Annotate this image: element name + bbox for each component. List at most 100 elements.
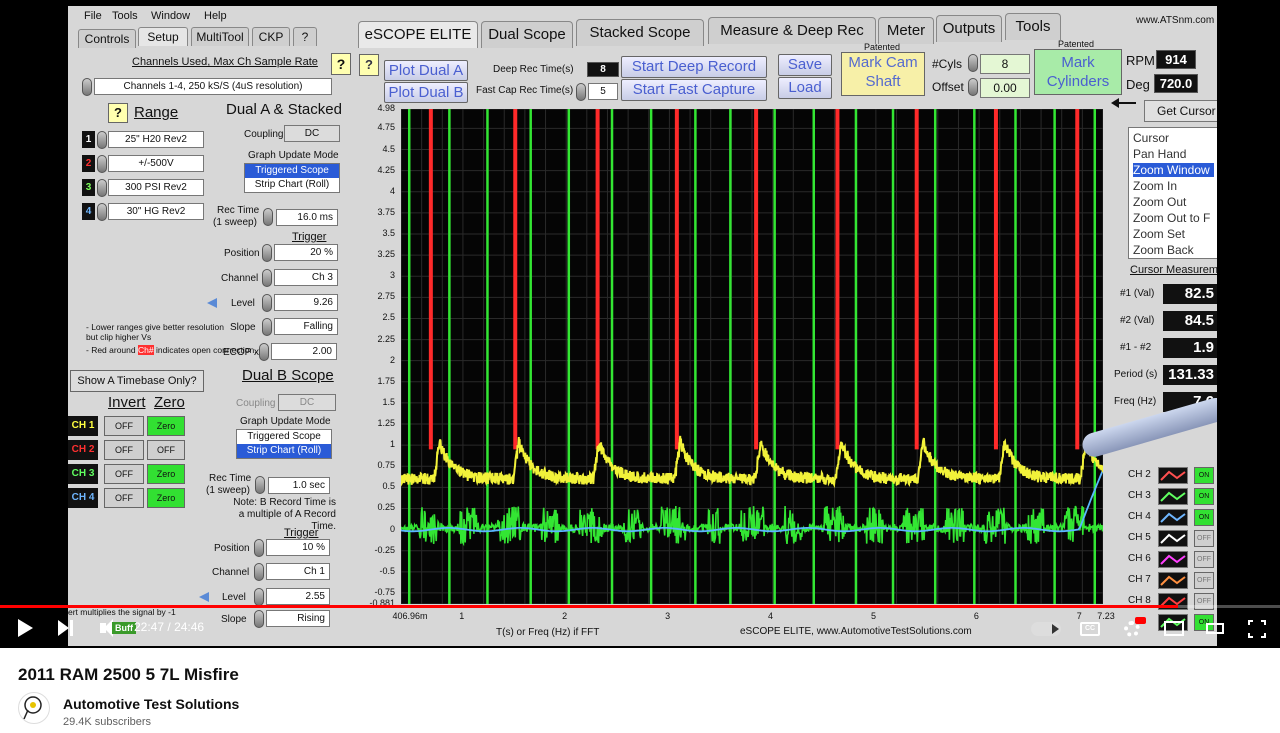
- zero-toggle[interactable]: Zero: [147, 488, 185, 508]
- dual-b-level-field[interactable]: 2.55: [266, 588, 330, 605]
- menu-tools[interactable]: Tools: [112, 10, 138, 22]
- theater-mode-icon[interactable]: [1206, 623, 1224, 634]
- range-field[interactable]: 30" HG Rev2: [108, 203, 204, 220]
- save-button[interactable]: Save: [778, 54, 832, 76]
- mark-cylinders-button[interactable]: Mark Cylinders: [1034, 49, 1122, 95]
- start-fast-capture-button[interactable]: Start Fast Capture: [621, 79, 767, 101]
- invert-toggle[interactable]: OFF: [104, 464, 144, 484]
- dual-a-ecop-spinner[interactable]: [259, 343, 269, 361]
- dual-a-mode-list[interactable]: Triggered Scope Strip Chart (Roll): [244, 163, 340, 193]
- invert-toggle[interactable]: OFF: [104, 488, 144, 508]
- range-field[interactable]: +/-500V: [108, 155, 204, 172]
- invert-toggle[interactable]: OFF: [104, 440, 144, 460]
- dual-b-coupling-field[interactable]: DC: [278, 394, 336, 411]
- channels-used-field[interactable]: Channels 1-4, 250 kS/S (4uS resolution): [94, 78, 332, 95]
- range-field[interactable]: 25" H20 Rev2: [108, 131, 204, 148]
- captions-icon[interactable]: CC: [1080, 622, 1100, 636]
- mark-cam-shaft-button[interactable]: Mark Cam Shaft: [841, 52, 925, 96]
- channel-avatar[interactable]: [18, 692, 50, 724]
- offset-spinner[interactable]: [968, 78, 978, 96]
- tool-item[interactable]: Zoom Out: [1133, 195, 1186, 209]
- right-channel-toggle[interactable]: OFF: [1194, 530, 1214, 547]
- show-timebase-button[interactable]: Show A Timebase Only?: [70, 370, 204, 392]
- tools-list[interactable]: Cursor Pan Hand Zoom Window Zoom In Zoom Out…: [1128, 127, 1217, 259]
- offset-field[interactable]: 0.00: [980, 78, 1030, 98]
- dual-b-rec-time-spinner[interactable]: [255, 476, 265, 494]
- tab-setup[interactable]: Setup: [138, 27, 188, 46]
- menu-help[interactable]: Help: [204, 10, 227, 22]
- dual-a-mode-selected[interactable]: Triggered Scope: [245, 164, 339, 178]
- right-channel-color-swatch[interactable]: [1158, 467, 1188, 484]
- tab-dual-scope[interactable]: Dual Scope: [481, 21, 573, 48]
- tab-stacked-scope[interactable]: Stacked Scope: [576, 19, 704, 46]
- load-button[interactable]: Load: [778, 77, 832, 99]
- range-help-button[interactable]: ?: [108, 103, 128, 123]
- dual-b-channel-field[interactable]: Ch 1: [266, 563, 330, 580]
- tool-item[interactable]: Zoom Out to F: [1133, 211, 1210, 225]
- dual-a-slope-field[interactable]: Falling: [274, 318, 338, 335]
- zero-toggle[interactable]: Zero: [147, 464, 185, 484]
- plot-dual-b-button[interactable]: Plot Dual B: [384, 82, 468, 103]
- zero-toggle[interactable]: Zero: [147, 416, 185, 436]
- range-spinner[interactable]: [97, 155, 107, 173]
- scope-help-button[interactable]: ?: [359, 54, 379, 76]
- invert-toggle[interactable]: OFF: [104, 416, 144, 436]
- dual-a-rec-time-spinner[interactable]: [263, 208, 273, 226]
- dual-b-mode-other[interactable]: Triggered Scope: [237, 430, 331, 444]
- tab-help-question[interactable]: ?: [293, 27, 317, 46]
- right-channel-color-swatch[interactable]: [1158, 488, 1188, 505]
- dual-a-slope-spinner[interactable]: [262, 318, 272, 336]
- tool-item[interactable]: Zoom Set: [1133, 227, 1185, 241]
- help-button[interactable]: ?: [331, 53, 351, 75]
- right-channel-toggle[interactable]: ON: [1194, 467, 1214, 484]
- dual-b-position-spinner[interactable]: [254, 539, 264, 557]
- channels-spinner[interactable]: [82, 78, 92, 96]
- range-field[interactable]: 300 PSI Rev2: [108, 179, 204, 196]
- scope-plot-svg[interactable]: [401, 109, 1103, 604]
- tab-ckp[interactable]: CKP: [252, 27, 290, 46]
- tab-escope-elite[interactable]: eSCOPE ELITE: [358, 21, 478, 48]
- tool-item[interactable]: Zoom In: [1133, 179, 1177, 193]
- range-spinner[interactable]: [97, 131, 107, 149]
- right-channel-color-swatch[interactable]: [1158, 509, 1188, 526]
- right-channel-color-swatch[interactable]: [1158, 551, 1188, 568]
- dual-a-coupling-field[interactable]: DC: [284, 125, 340, 142]
- zero-toggle[interactable]: OFF: [147, 440, 185, 460]
- channel-name[interactable]: Automotive Test Solutions: [63, 696, 239, 712]
- dual-b-position-field[interactable]: 10 %: [266, 539, 330, 556]
- tab-controls[interactable]: Controls: [78, 29, 136, 48]
- right-channel-toggle[interactable]: ON: [1194, 488, 1214, 505]
- menu-file[interactable]: File: [84, 10, 102, 22]
- dual-a-mode-other[interactable]: Strip Chart (Roll): [245, 178, 339, 192]
- dual-a-ecop-field[interactable]: 2.00: [271, 343, 337, 360]
- dual-a-rec-time-field[interactable]: 16.0 ms: [276, 209, 338, 226]
- menu-window[interactable]: Window: [151, 10, 190, 22]
- dual-a-position-spinner[interactable]: [262, 244, 272, 262]
- dual-b-mode-selected[interactable]: Strip Chart (Roll): [237, 444, 331, 458]
- range-spinner[interactable]: [97, 203, 107, 221]
- dual-b-mode-list[interactable]: Triggered Scope Strip Chart (Roll): [236, 429, 332, 459]
- fast-cap-field[interactable]: 5: [588, 83, 618, 100]
- start-deep-record-button[interactable]: Start Deep Record: [621, 56, 767, 78]
- dual-a-level-field[interactable]: 9.26: [274, 294, 338, 311]
- dual-b-channel-spinner[interactable]: [254, 563, 264, 581]
- tool-item[interactable]: Zoom Back: [1133, 243, 1194, 257]
- play-icon[interactable]: [18, 619, 33, 637]
- tool-item[interactable]: Cursor: [1133, 131, 1169, 145]
- tab-meter[interactable]: Meter: [878, 17, 934, 44]
- tab-outputs[interactable]: Outputs: [936, 15, 1002, 42]
- right-channel-color-swatch[interactable]: [1158, 572, 1188, 589]
- dual-a-channel-spinner[interactable]: [262, 269, 272, 287]
- deep-rec-field[interactable]: 8: [587, 62, 619, 77]
- cyls-spinner[interactable]: [968, 54, 978, 72]
- get-cursor-button[interactable]: Get Cursor: [1144, 100, 1217, 122]
- range-spinner[interactable]: [97, 179, 107, 197]
- tab-tools[interactable]: Tools: [1005, 13, 1061, 40]
- plot-dual-a-button[interactable]: Plot Dual A: [384, 60, 468, 81]
- fast-cap-spinner[interactable]: [576, 83, 586, 101]
- video-player[interactable]: File Tools Window Help Controls Setup Mu…: [0, 0, 1280, 648]
- dual-a-channel-field[interactable]: Ch 3: [274, 269, 338, 286]
- autoplay-toggle[interactable]: [1031, 622, 1061, 636]
- dual-a-position-field[interactable]: 20 %: [274, 244, 338, 261]
- right-channel-toggle[interactable]: ON: [1194, 509, 1214, 526]
